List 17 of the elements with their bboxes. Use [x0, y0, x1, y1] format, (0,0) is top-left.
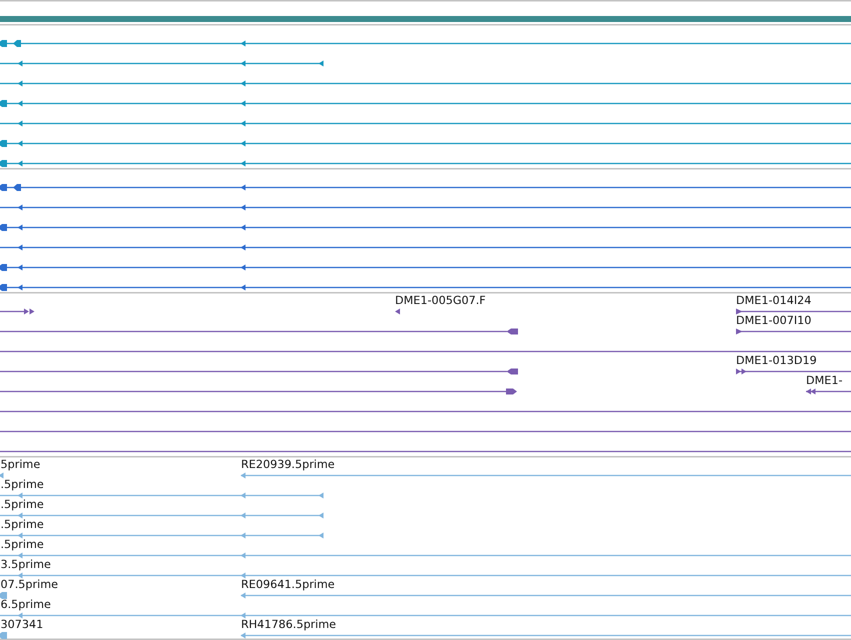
feature-label: .5prime	[0, 478, 44, 491]
feature-label: .5prime	[0, 538, 44, 551]
feature-label: DME1-007I10	[736, 314, 812, 327]
feature-label: 6.5prime	[0, 598, 51, 611]
feature-label: 5prime	[0, 458, 40, 471]
feature-label: 307341	[0, 618, 44, 631]
feature-label: RE09641.5prime	[241, 578, 335, 591]
feature-label: DME1-005G07.F	[395, 294, 486, 307]
feature-label: DME1-013D19	[736, 354, 817, 367]
feature-label: DME1-	[806, 374, 842, 387]
feature-label: DME1-014I24	[736, 294, 812, 307]
feature-label: .5prime	[0, 518, 44, 531]
feature-label: RE20939.5prime	[241, 458, 335, 471]
feature-label: RH41786.5prime	[241, 618, 336, 631]
feature-label: 07.5prime	[0, 578, 58, 591]
feature-label: 3.5prime	[0, 558, 51, 571]
feature-label: .5prime	[0, 498, 44, 511]
